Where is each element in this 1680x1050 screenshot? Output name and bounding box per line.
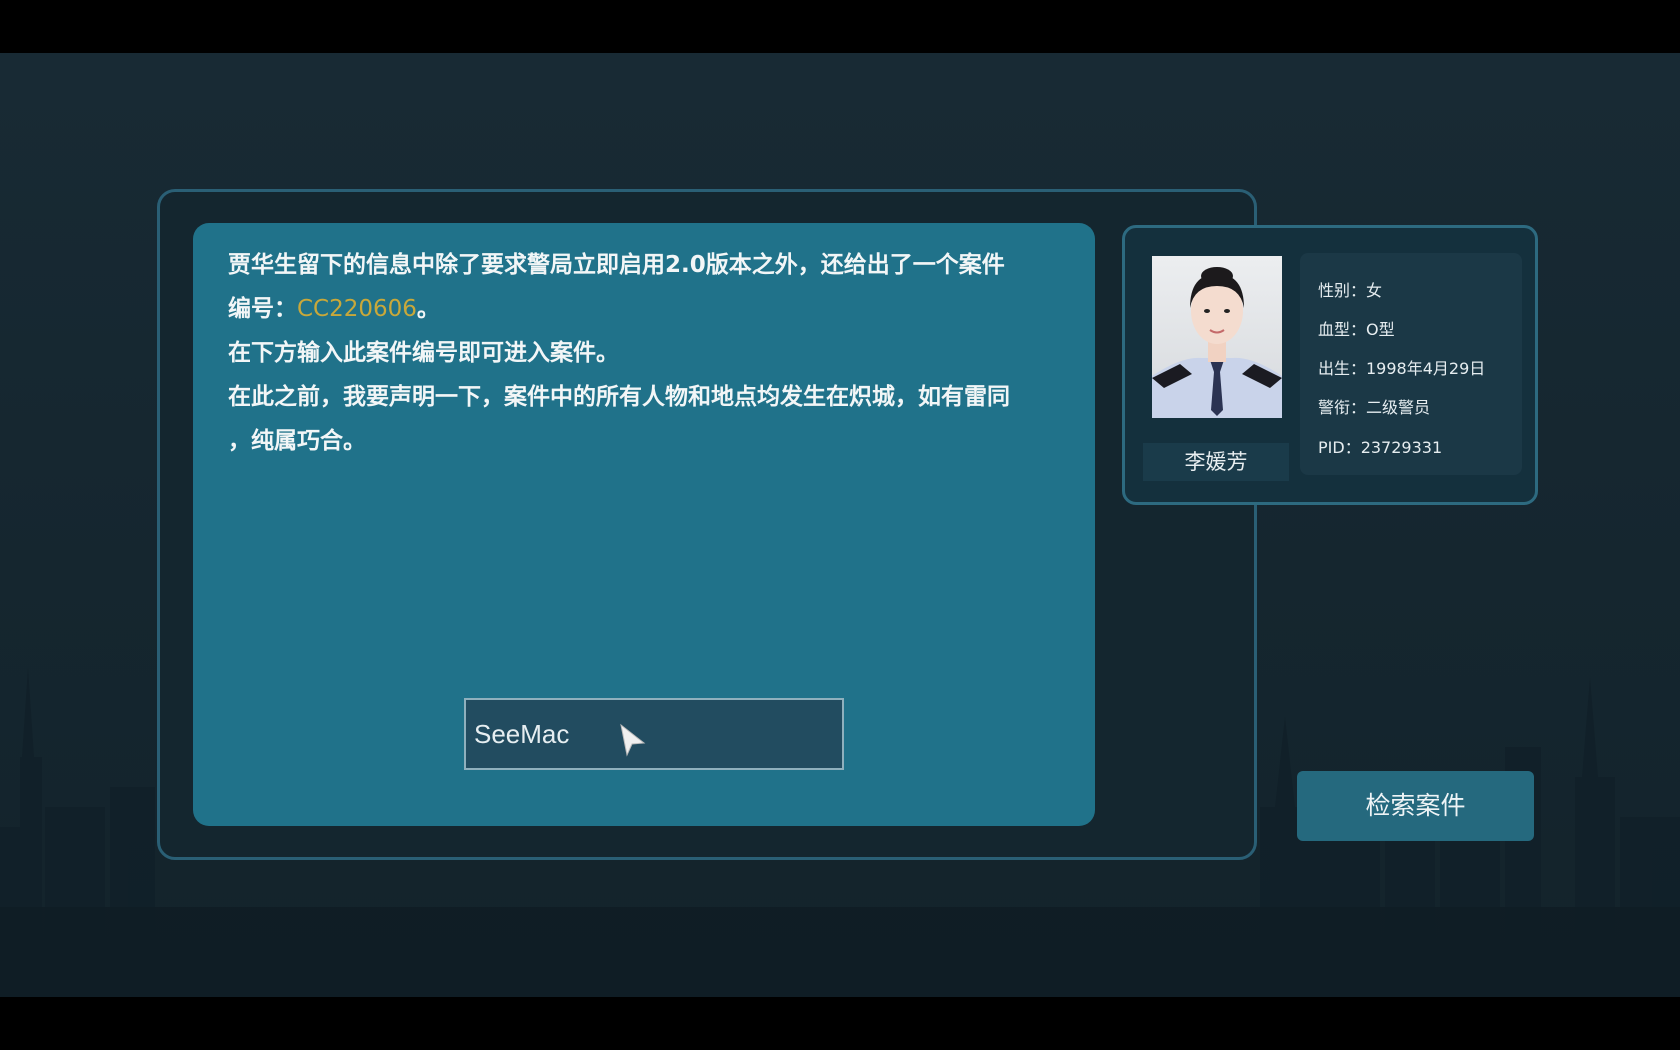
message-line-2: 编号：CC220606。: [228, 287, 1068, 331]
officer-name: 李媛芳: [1143, 443, 1289, 481]
search-case-button[interactable]: 检索案件: [1297, 771, 1534, 841]
info-gender: 性别：女: [1318, 281, 1383, 300]
message-line-4: 在此之前，我要声明一下，案件中的所有人物和地点均发生在炽城，如有雷同: [228, 384, 1010, 410]
message-line-3: 在下方输入此案件编号即可进入案件。: [228, 340, 619, 366]
message-line-5: ，纯属巧合。: [228, 428, 366, 454]
case-number-input[interactable]: [464, 698, 844, 770]
mouse-cursor-icon: [620, 723, 646, 757]
info-birth: 出生：1998年4月29日: [1318, 359, 1486, 378]
message-line-1: 贾华生留下的信息中除了要求警局立即启用2.0版本之外，还给出了一个案件: [228, 252, 1005, 278]
info-blood-type: 血型：O型: [1318, 320, 1395, 339]
letterbox-top: [0, 0, 1680, 53]
info-rank: 警衔：二级警员: [1318, 398, 1431, 417]
message-text: 贾华生留下的信息中除了要求警局立即启用2.0版本之外，还给出了一个案件 编号：C…: [228, 243, 1068, 463]
game-scene: 贾华生留下的信息中除了要求警局立即启用2.0版本之外，还给出了一个案件 编号：C…: [0, 53, 1680, 997]
case-code: CC220606: [297, 296, 417, 322]
case-label: 编号：: [228, 296, 297, 322]
case-punct: 。: [416, 296, 440, 322]
officer-photo: [1152, 256, 1282, 418]
info-pid: PID：23729331: [1318, 438, 1443, 457]
letterbox-bottom: [0, 997, 1680, 1050]
officer-profile-card: 李媛芳 性别：女 血型：O型 出生：1998年4月29日 警衔：二级警员 PID…: [1122, 225, 1538, 505]
message-panel: 贾华生留下的信息中除了要求警局立即启用2.0版本之外，还给出了一个案件 编号：C…: [193, 223, 1095, 826]
officer-info: 性别：女 血型：O型 出生：1998年4月29日 警衔：二级警员 PID：237…: [1300, 253, 1522, 475]
